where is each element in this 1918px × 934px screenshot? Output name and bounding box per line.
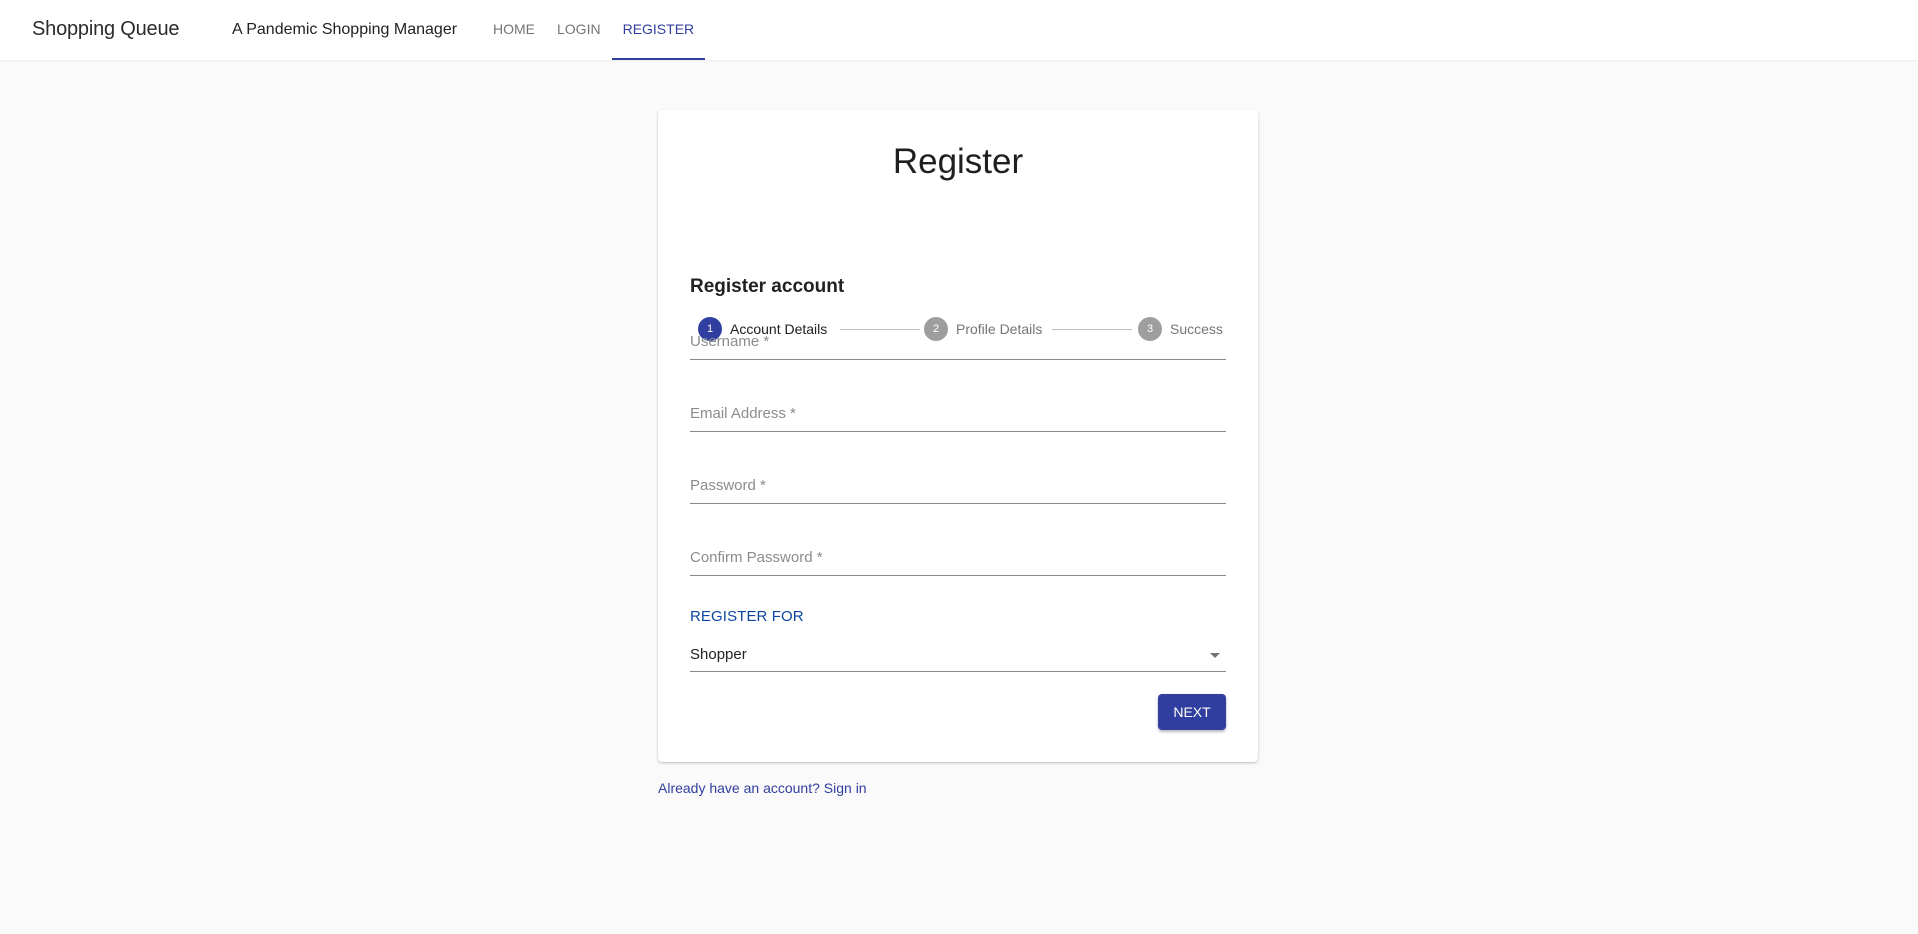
username-input[interactable] — [690, 330, 1226, 360]
page-title: Register — [892, 142, 1024, 181]
register-for-label: REGISTER FOR — [690, 608, 804, 625]
app-bar: Shopping Queue A Pandemic Shopping Manag… — [0, 0, 1918, 60]
confirm-password-input[interactable] — [690, 546, 1226, 576]
password-field — [690, 464, 1226, 504]
tagline: A Pandemic Shopping Manager — [232, 21, 458, 38]
nav-login[interactable]: LOGIN — [546, 0, 612, 60]
nav-register[interactable]: REGISTER — [611, 0, 706, 60]
dropdown-arrow-icon — [1210, 653, 1220, 658]
register-for-value: Shopper — [690, 646, 747, 663]
brand-title[interactable]: Shopping Queue — [32, 18, 180, 41]
register-for-select[interactable]: Shopper — [690, 640, 1226, 672]
confirm-password-field — [690, 536, 1226, 576]
password-input[interactable] — [690, 474, 1226, 504]
nav-home[interactable]: HOME — [482, 0, 546, 60]
sign-in-link[interactable]: Already have an account? Sign in — [658, 780, 867, 796]
register-card: Register 1 Account Details 2 Profile Det… — [658, 110, 1258, 762]
username-field — [690, 320, 1226, 360]
section-title: Register account — [690, 276, 845, 297]
main-nav: HOME LOGIN REGISTER — [482, 0, 705, 60]
email-field — [690, 392, 1226, 432]
next-button[interactable]: NEXT — [1158, 694, 1226, 730]
email-input[interactable] — [690, 402, 1226, 432]
